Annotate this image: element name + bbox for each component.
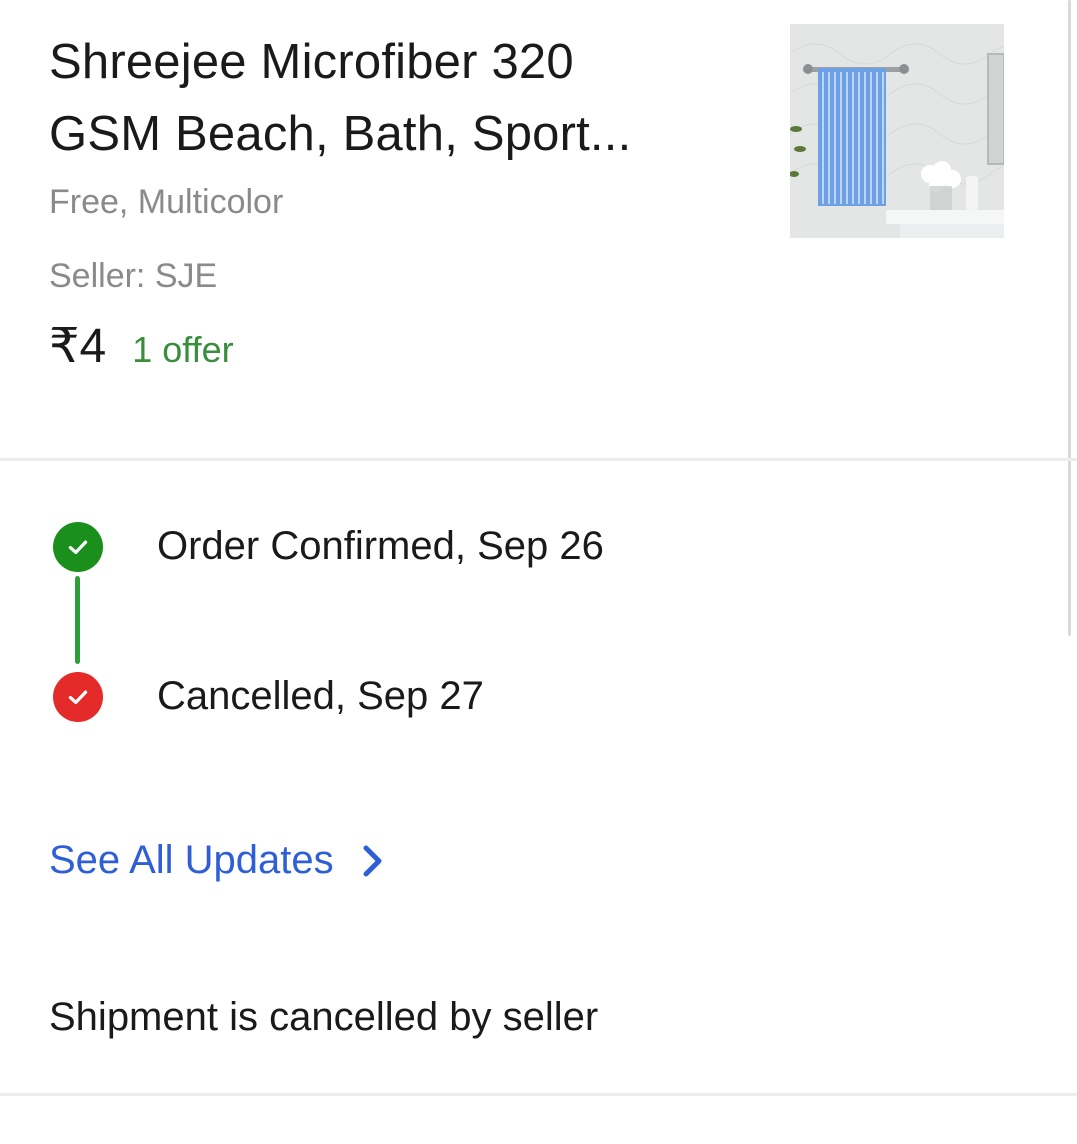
timeline-label-cancelled: Cancelled, Sep 27 <box>157 674 484 718</box>
price-row: ₹4 1 offer <box>49 318 234 374</box>
check-circle-icon <box>53 522 103 572</box>
see-all-updates-link[interactable]: See All Updates <box>49 838 386 883</box>
chevron-right-icon <box>363 845 382 876</box>
product-seller: Seller: SJE <box>49 257 218 295</box>
product-card[interactable]: Shreejee Microfiber 320 GSM Beach, Bath,… <box>0 0 1077 460</box>
product-title-line-1: Shreejee Microfiber 320 <box>49 35 574 89</box>
product-price: ₹4 <box>49 320 107 373</box>
timeline-connector <box>75 576 80 664</box>
product-image[interactable] <box>790 24 1004 238</box>
product-title[interactable]: Shreejee Microfiber 320 GSM Beach, Bath,… <box>49 26 739 170</box>
towel-image-graphic <box>790 24 1004 238</box>
see-all-updates-label: See All Updates <box>49 838 334 882</box>
timeline-label-confirmed: Order Confirmed, Sep 26 <box>157 524 604 568</box>
product-title-line-2: GSM Beach, Bath, Sport... <box>49 107 632 161</box>
offer-link[interactable]: 1 offer <box>132 329 233 371</box>
shipment-status-message: Shipment is cancelled by seller <box>49 995 599 1039</box>
section-divider <box>0 458 1077 461</box>
check-circle-icon <box>53 672 103 722</box>
order-details-page: Shreejee Microfiber 320 GSM Beach, Bath,… <box>0 0 1077 1144</box>
bottom-divider <box>0 1093 1077 1096</box>
product-variant: Free, Multicolor <box>49 183 284 221</box>
